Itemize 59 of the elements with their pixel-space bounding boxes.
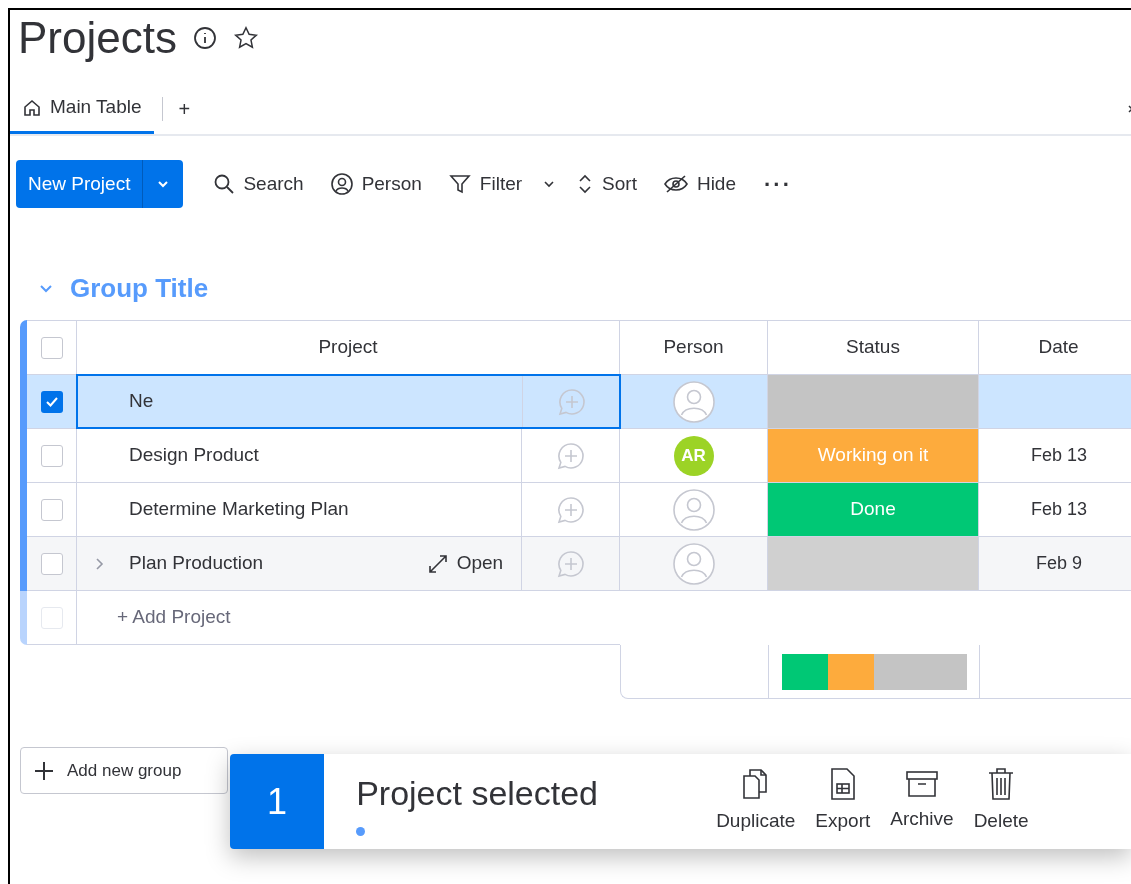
project-name: Ne [129,389,155,414]
star-icon[interactable] [232,25,259,51]
project-cell[interactable]: Plan Production Open [77,537,523,590]
project-cell[interactable]: Design Product [77,429,523,482]
column-header: Date [979,321,1131,374]
user-placeholder-icon[interactable] [671,541,716,586]
add-comment-icon[interactable] [555,440,586,471]
board-title: Projects [18,16,177,60]
checkbox[interactable] [40,552,63,575]
column-header: Project [77,321,620,374]
add-comment-icon[interactable] [556,386,587,417]
document-icon [828,767,857,802]
user-placeholder-icon[interactable] [671,487,716,532]
filter-button[interactable]: Filter [437,164,533,204]
checkbox[interactable] [40,336,63,359]
open-button[interactable]: Open [426,549,504,578]
column-header: Status [768,321,979,374]
add-group-button[interactable]: Add new group [20,747,229,794]
selection-label: Project selected [356,772,600,814]
add-comment-icon[interactable] [555,494,586,525]
search-button[interactable]: Search [203,164,314,204]
delete-button[interactable]: Delete [971,767,1031,836]
new-project-button[interactable]: New Project [16,160,184,208]
selected-count: 1 [230,754,325,849]
search-icon [213,173,236,195]
sort-button[interactable]: Sort [566,164,647,204]
duplicate-button[interactable]: Duplicate [714,767,798,836]
status-cell[interactable] [768,375,979,428]
info-icon[interactable] [192,26,217,50]
checkbox[interactable] [40,390,63,413]
archive-button[interactable]: Archive [888,769,956,834]
main-table-tab[interactable]: Main Table [10,84,154,134]
hide-button[interactable]: Hide [652,164,746,204]
project-name: Plan Production [129,551,265,576]
chevron-right-icon[interactable] [93,555,105,572]
date-text[interactable]: Feb 13 [1030,442,1087,469]
filter-icon [447,172,472,196]
plus-icon [33,759,55,782]
expand-icon [426,552,449,575]
checkbox[interactable] [40,498,63,521]
person-button[interactable]: Person [319,164,432,204]
person-icon [329,172,354,196]
date-text[interactable]: Feb 13 [1030,496,1087,523]
add-tab-button[interactable]: + [170,94,199,124]
export-button[interactable]: Export [813,767,873,836]
status-cell[interactable] [768,537,979,590]
home-icon [22,97,42,118]
add-project-input[interactable]: + Add Project [117,603,231,632]
user-placeholder-icon[interactable] [671,379,716,424]
checkbox[interactable] [40,444,63,467]
project-name: Design Product [129,443,260,468]
column-header: Person [620,321,768,374]
more-button[interactable]: ··· [752,167,804,201]
project-cell[interactable]: Determine Marketing Plan [77,483,523,536]
archive-box-icon [904,769,939,800]
project-name: Determine Marketing Plan [129,497,350,522]
date-text[interactable]: Feb 9 [1036,550,1082,577]
add-comment-icon[interactable] [555,548,586,579]
eye-slash-icon [662,173,689,195]
